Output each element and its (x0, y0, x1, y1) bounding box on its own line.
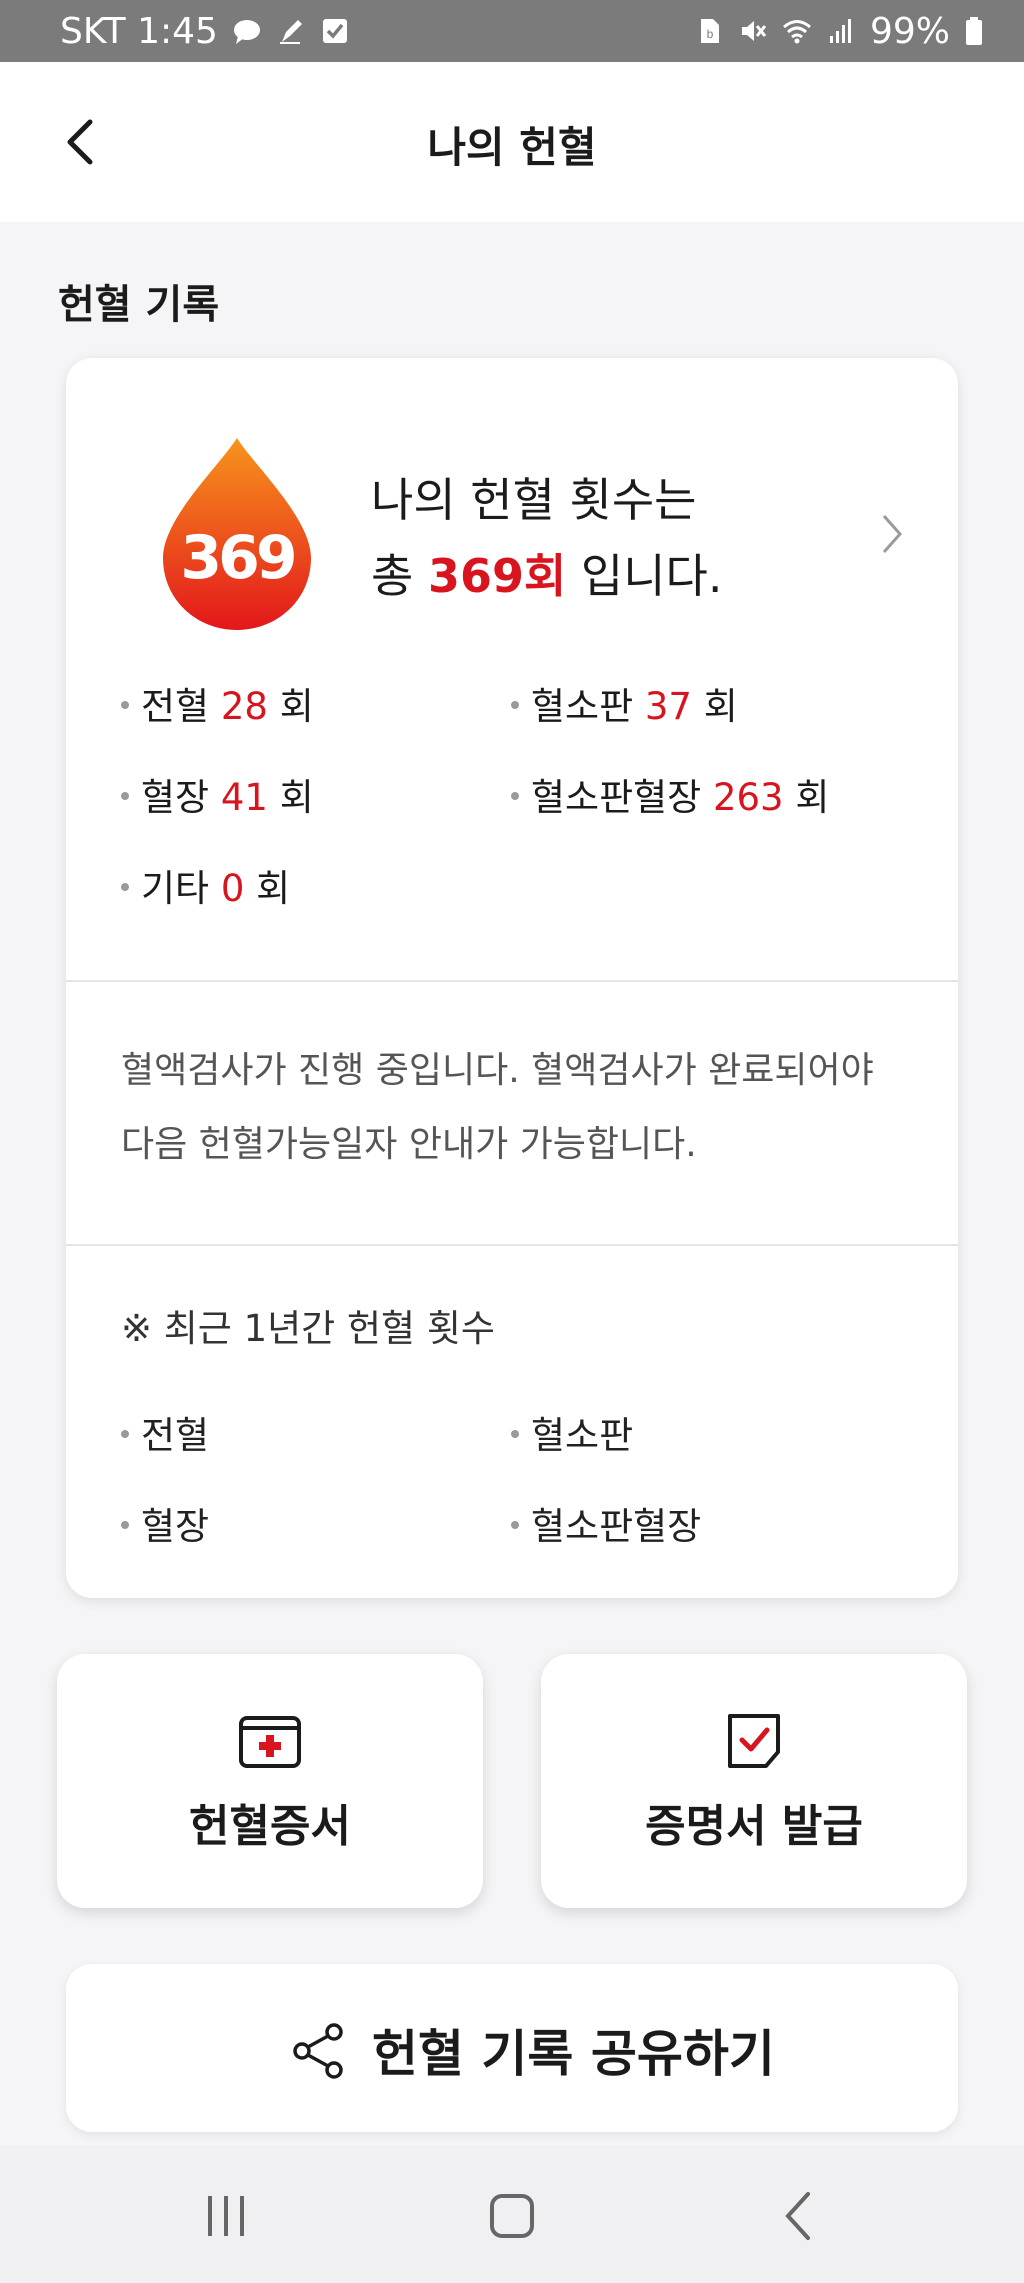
divider (66, 980, 958, 982)
certificate-button[interactable]: 헌혈증서 (57, 1654, 483, 1908)
section-title: 헌혈 기록 (58, 282, 220, 328)
stat-label: 혈소판혈장 (531, 776, 702, 819)
blood-drop-badge: 369 (163, 438, 311, 630)
total-prefix: 총 (371, 549, 428, 603)
total-count: 369회 (427, 549, 567, 603)
stat-value: 28 (220, 685, 268, 728)
stat-unit: 회 (703, 685, 738, 728)
donation-record-card: 369 나의 헌혈 횟수는 총 369회 입니다. 전혈 28 회 혈소판 37… (66, 358, 958, 1598)
bullet (511, 791, 519, 800)
system-nav-bar (0, 2146, 1024, 2283)
checkbox-icon (322, 19, 347, 43)
stat-unit: 회 (795, 776, 830, 819)
stat-value: 37 (644, 685, 692, 728)
recent-item-label: 혈소판 (531, 1414, 634, 1457)
chevron-right-icon[interactable] (874, 506, 910, 562)
nav-back-icon[interactable] (770, 2186, 830, 2246)
divider (66, 1244, 958, 1246)
total-suffix: 입니다. (566, 549, 723, 603)
medical-certificate-icon (239, 1716, 301, 1768)
bullet (511, 700, 519, 709)
share-record-button[interactable]: 헌혈 기록 공유하기 (66, 1964, 958, 2132)
stat-platelet: 혈소판 37 회 (511, 676, 738, 730)
recent-item: 혈장 (121, 1496, 209, 1550)
recent-item-label: 전혈 (141, 1414, 210, 1457)
home-icon[interactable] (482, 2186, 542, 2246)
stat-label: 혈소판 (531, 685, 634, 728)
recent-item: 전혈 (121, 1405, 209, 1459)
blood-test-notice: 혈액검사가 진행 중입니다. 혈액검사가 완료되어야 다음 헌혈가능일자 안내가… (121, 1050, 874, 1165)
bullet (121, 791, 129, 800)
stat-label: 혈장 (141, 776, 210, 819)
carrier-time: SKT 1:45 (60, 10, 218, 52)
recent-item-label: 혈소판혈장 (531, 1505, 702, 1548)
sim-icon: b (700, 19, 719, 43)
stat-other: 기타 0 회 (121, 858, 290, 912)
wifi-icon (783, 20, 811, 44)
issue-certificate-button[interactable]: 증명서 발급 (541, 1654, 967, 1908)
page-title: 나의 헌혈 (427, 123, 597, 172)
bullet (511, 1520, 519, 1529)
bullet (121, 1520, 129, 1529)
recent-item-label: 혈장 (141, 1505, 210, 1548)
issue-certificate-label: 증명서 발급 (645, 1801, 863, 1852)
total-line2: 총 369회 입니다. (371, 538, 723, 614)
recent-apps-icon[interactable] (196, 2186, 256, 2246)
recent-item: 혈소판혈장 (511, 1496, 701, 1550)
stat-value: 0 (220, 867, 245, 910)
signal-icon (829, 19, 851, 43)
bullet (511, 1429, 519, 1438)
bullet (121, 882, 129, 891)
bullet (121, 700, 129, 709)
bullet (121, 1429, 129, 1438)
badge-count: 369 (180, 523, 293, 593)
status-left: SKT 1:45 (60, 11, 350, 52)
share-icon (293, 2023, 343, 2079)
stat-unit: 회 (279, 685, 314, 728)
status-right: b 99% (694, 11, 984, 52)
share-label: 헌혈 기록 공유하기 (372, 2025, 775, 2083)
stat-label: 기타 (141, 867, 210, 910)
battery-percent: 99% (869, 10, 950, 52)
certificate-label: 헌혈증서 (189, 1801, 351, 1852)
pen-icon (279, 20, 302, 44)
mute-icon (741, 21, 767, 41)
svg-text:b: b (707, 27, 714, 41)
stat-unit: 회 (256, 867, 291, 910)
stat-whole-blood: 전혈 28 회 (121, 676, 314, 730)
chat-bubble-icon (233, 20, 260, 44)
document-check-icon (728, 1714, 780, 1768)
stat-label: 전혈 (141, 685, 210, 728)
status-bar: SKT 1:45 b 99% (0, 0, 1024, 62)
stat-value: 41 (220, 776, 268, 819)
battery-icon (966, 17, 982, 45)
total-line1: 나의 헌혈 횟수는 (371, 473, 697, 527)
recent-item: 혈소판 (511, 1405, 633, 1459)
stat-platelet-plasma: 혈소판혈장 263 회 (511, 767, 829, 821)
stat-value: 263 (712, 776, 784, 819)
stat-unit: 회 (279, 776, 314, 819)
total-count-text[interactable]: 나의 헌혈 횟수는 총 369회 입니다. (371, 462, 723, 614)
stat-plasma: 혈장 41 회 (121, 767, 314, 821)
app-bar: 나의 헌혈 (0, 62, 1024, 222)
recent-year-title: ※ 최근 1년간 헌혈 횟수 (121, 1307, 495, 1350)
